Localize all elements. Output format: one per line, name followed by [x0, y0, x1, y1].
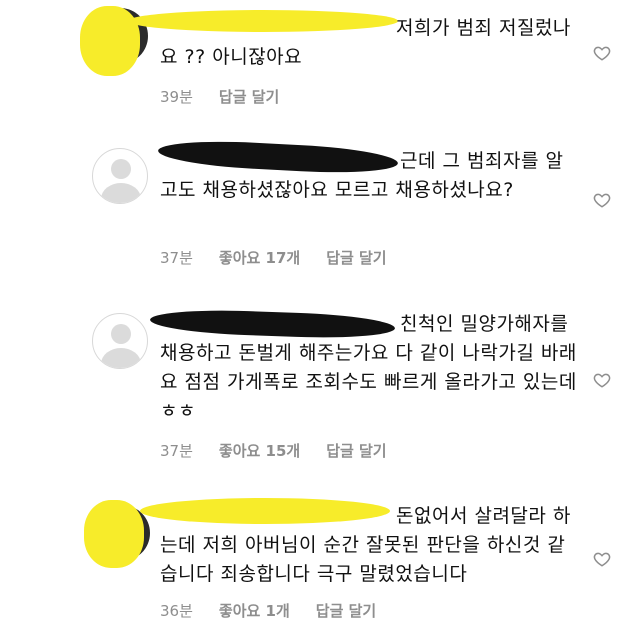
comment-meta: 36분 좋아요 1개 답글 달기: [160, 600, 376, 621]
comment-meta: 37분 좋아요 15개 답글 달기: [160, 440, 387, 461]
comment-time: 37분: [160, 442, 193, 460]
comment-text: 저희가 범죄 저질렀나요 ?? 아니잖아요: [160, 17, 571, 68]
reply-button[interactable]: 답글 달기: [326, 440, 386, 461]
likes-count[interactable]: 좋아요 15개: [219, 440, 300, 461]
default-avatar-icon[interactable]: [92, 313, 148, 369]
default-avatar-icon[interactable]: [92, 148, 148, 204]
comment-text: 친척인 밀양가해자를 채용하고 돈벌게 해주는가요 다 같이 나락가길 바래요 …: [160, 313, 577, 422]
comment-time: 37분: [160, 249, 193, 267]
comment-text: 돈없어서 살려달라 하는데 저희 아버님이 순간 잘못된 판단을 하신것 같습니…: [160, 505, 571, 585]
heart-outline-icon[interactable]: [593, 371, 611, 389]
redaction-mark: [80, 6, 140, 76]
reply-button[interactable]: 답글 달기: [316, 600, 376, 621]
comment-meta: 39분 답글 달기: [160, 86, 279, 107]
likes-count[interactable]: 좋아요 17개: [219, 247, 300, 268]
comment-meta: 37분 좋아요 17개 답글 달기: [160, 247, 387, 268]
redaction-mark: [84, 500, 144, 568]
likes-count[interactable]: 좋아요 1개: [219, 600, 290, 621]
reply-button[interactable]: 답글 달기: [326, 247, 386, 268]
heart-outline-icon[interactable]: [593, 44, 611, 62]
comment-time: 39분: [160, 88, 193, 106]
comment-time: 36분: [160, 602, 193, 620]
heart-outline-icon[interactable]: [593, 191, 611, 209]
heart-outline-icon[interactable]: [593, 550, 611, 568]
comment-text: 근데 그 범죄자를 알고도 채용하셨잖아요 모르고 채용하셨나요?: [160, 150, 564, 201]
reply-button[interactable]: 답글 달기: [219, 86, 279, 107]
